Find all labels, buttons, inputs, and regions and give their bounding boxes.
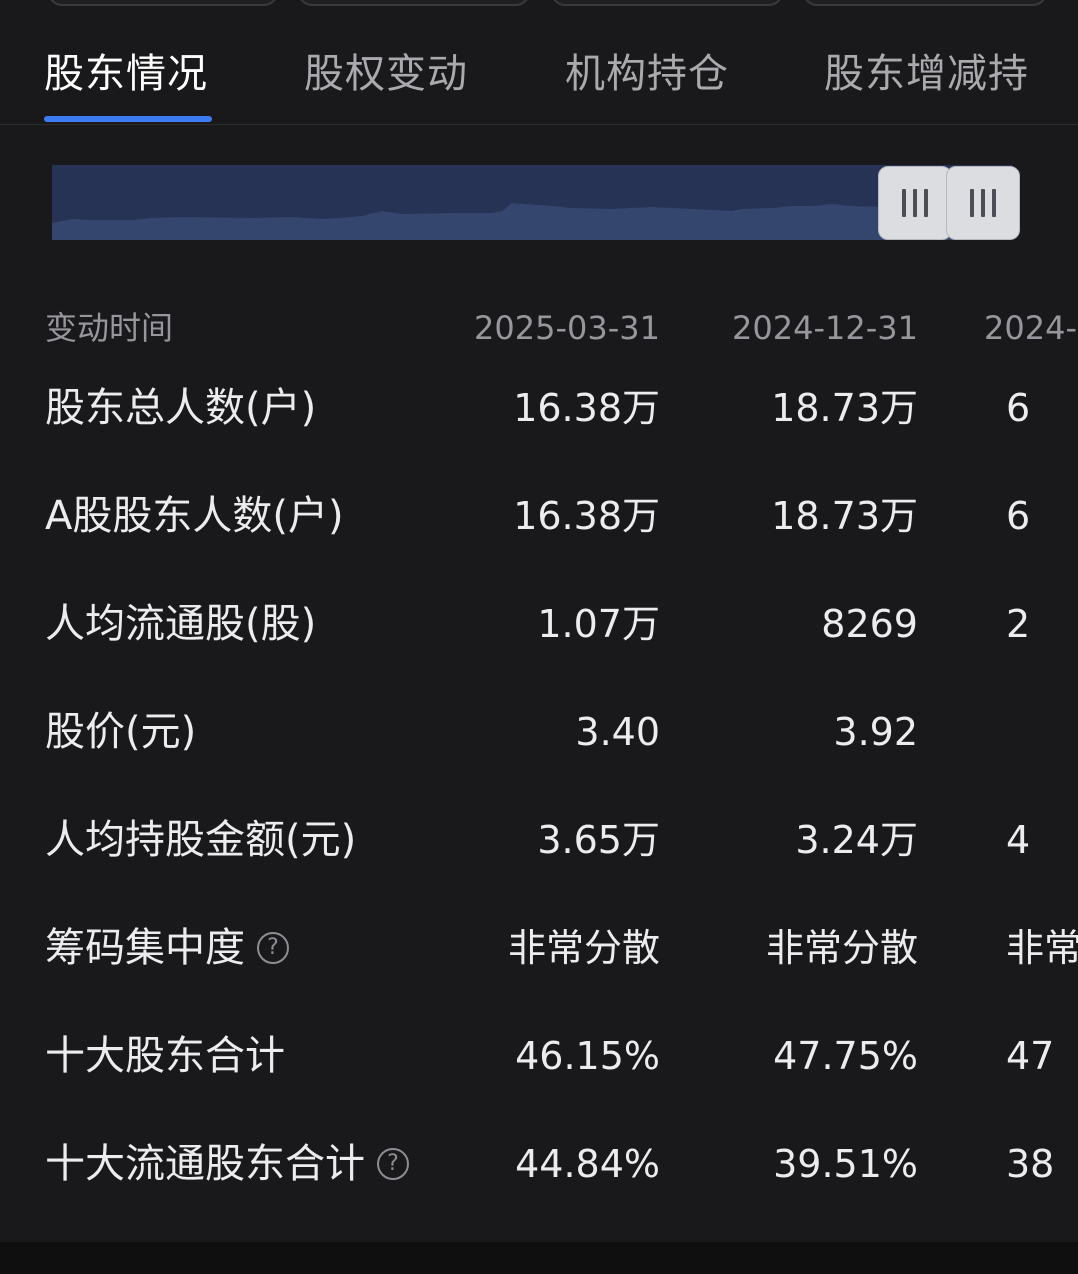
row-value: 4 xyxy=(1006,818,1031,862)
row-value: 非常分散 xyxy=(507,926,660,970)
bottom-bar xyxy=(0,1242,1078,1274)
tab-shareholder-status[interactable]: 股东情况 xyxy=(44,48,208,100)
tab-shareholder-increase-decrease[interactable]: 股东增减持 xyxy=(824,48,1029,100)
grip-icon xyxy=(902,189,928,217)
row-value: 非常 xyxy=(1006,926,1078,970)
row-value: 1.07万 xyxy=(537,602,660,646)
help-icon[interactable]: ? xyxy=(377,1148,409,1180)
table-row: 筹码集中度 ? 非常分散 非常分散 非常 xyxy=(0,918,1078,978)
table-row: A股股东人数(户) 16.38万 18.73万 6 xyxy=(0,486,1078,546)
table-row: 股价(元) 3.40 3.92 xyxy=(0,702,1078,762)
row-value: 6 xyxy=(1006,386,1031,430)
row-value: 2 xyxy=(1006,602,1031,646)
range-slider-right-handle[interactable] xyxy=(946,166,1020,240)
table-row: 股东总人数(户) 16.38万 18.73万 6 xyxy=(0,378,1078,438)
tab-institutional-holdings[interactable]: 机构持仓 xyxy=(565,48,729,100)
row-value: 18.73万 xyxy=(771,494,918,538)
row-value: 3.92 xyxy=(833,710,918,754)
table-row: 十大流通股东合计 ? 44.84% 39.51% 38 xyxy=(0,1134,1078,1194)
table-header: 变动时间 2025-03-31 2024-12-31 2024- xyxy=(0,306,1078,350)
shareholder-page: 股东情况 股权变动 机构持仓 股东增减持 变动时间 2025-03-31 202… xyxy=(0,0,1078,1274)
row-value: 39.51% xyxy=(773,1142,918,1186)
row-label: 十大股东合计 xyxy=(45,1033,285,1079)
row-value: 47.75% xyxy=(773,1034,918,1078)
row-label: 筹码集中度 ? xyxy=(45,918,289,978)
table-row: 人均持股金额(元) 3.65万 3.24万 4 xyxy=(0,810,1078,870)
range-slider-sparkline xyxy=(52,203,1012,240)
row-value: 16.38万 xyxy=(513,386,660,430)
row-value: 47 xyxy=(1006,1034,1055,1078)
row-value: 16.38万 xyxy=(513,494,660,538)
column-date: 2024- xyxy=(984,309,1077,347)
tab-equity-change[interactable]: 股权变动 xyxy=(304,48,468,100)
column-date: 2025-03-31 xyxy=(474,309,660,347)
row-label: 人均持股金额(元) xyxy=(45,817,357,863)
row-label: 人均流通股(股) xyxy=(45,601,317,647)
column-date: 2024-12-31 xyxy=(732,309,918,347)
range-slider-left-handle[interactable] xyxy=(878,166,952,240)
row-value: 46.15% xyxy=(515,1034,660,1078)
row-value: 3.40 xyxy=(575,710,660,754)
table-row: 人均流通股(股) 1.07万 8269 2 xyxy=(0,594,1078,654)
row-value: 3.24万 xyxy=(795,818,918,862)
row-value: 非常分散 xyxy=(765,926,918,970)
grip-icon xyxy=(970,189,996,217)
row-label: 股东总人数(户) xyxy=(45,385,317,431)
range-slider-track[interactable] xyxy=(52,165,1012,240)
row-value: 38 xyxy=(1006,1142,1055,1186)
row-value: 3.65万 xyxy=(537,818,660,862)
row-value: 8269 xyxy=(821,602,918,646)
row-label: 股价(元) xyxy=(45,709,197,755)
header-label: 变动时间 xyxy=(45,309,174,347)
active-tab-indicator xyxy=(44,116,212,122)
row-value: 44.84% xyxy=(515,1142,660,1186)
table-row: 十大股东合计 46.15% 47.75% 47 xyxy=(0,1026,1078,1086)
row-label: A股股东人数(户) xyxy=(45,493,344,539)
row-value: 18.73万 xyxy=(771,386,918,430)
row-label: 十大流通股东合计 ? xyxy=(45,1134,409,1194)
row-value: 6 xyxy=(1006,494,1031,538)
help-icon[interactable]: ? xyxy=(257,932,289,964)
tab-bar: 股东情况 股权变动 机构持仓 股东增减持 xyxy=(0,0,1078,125)
